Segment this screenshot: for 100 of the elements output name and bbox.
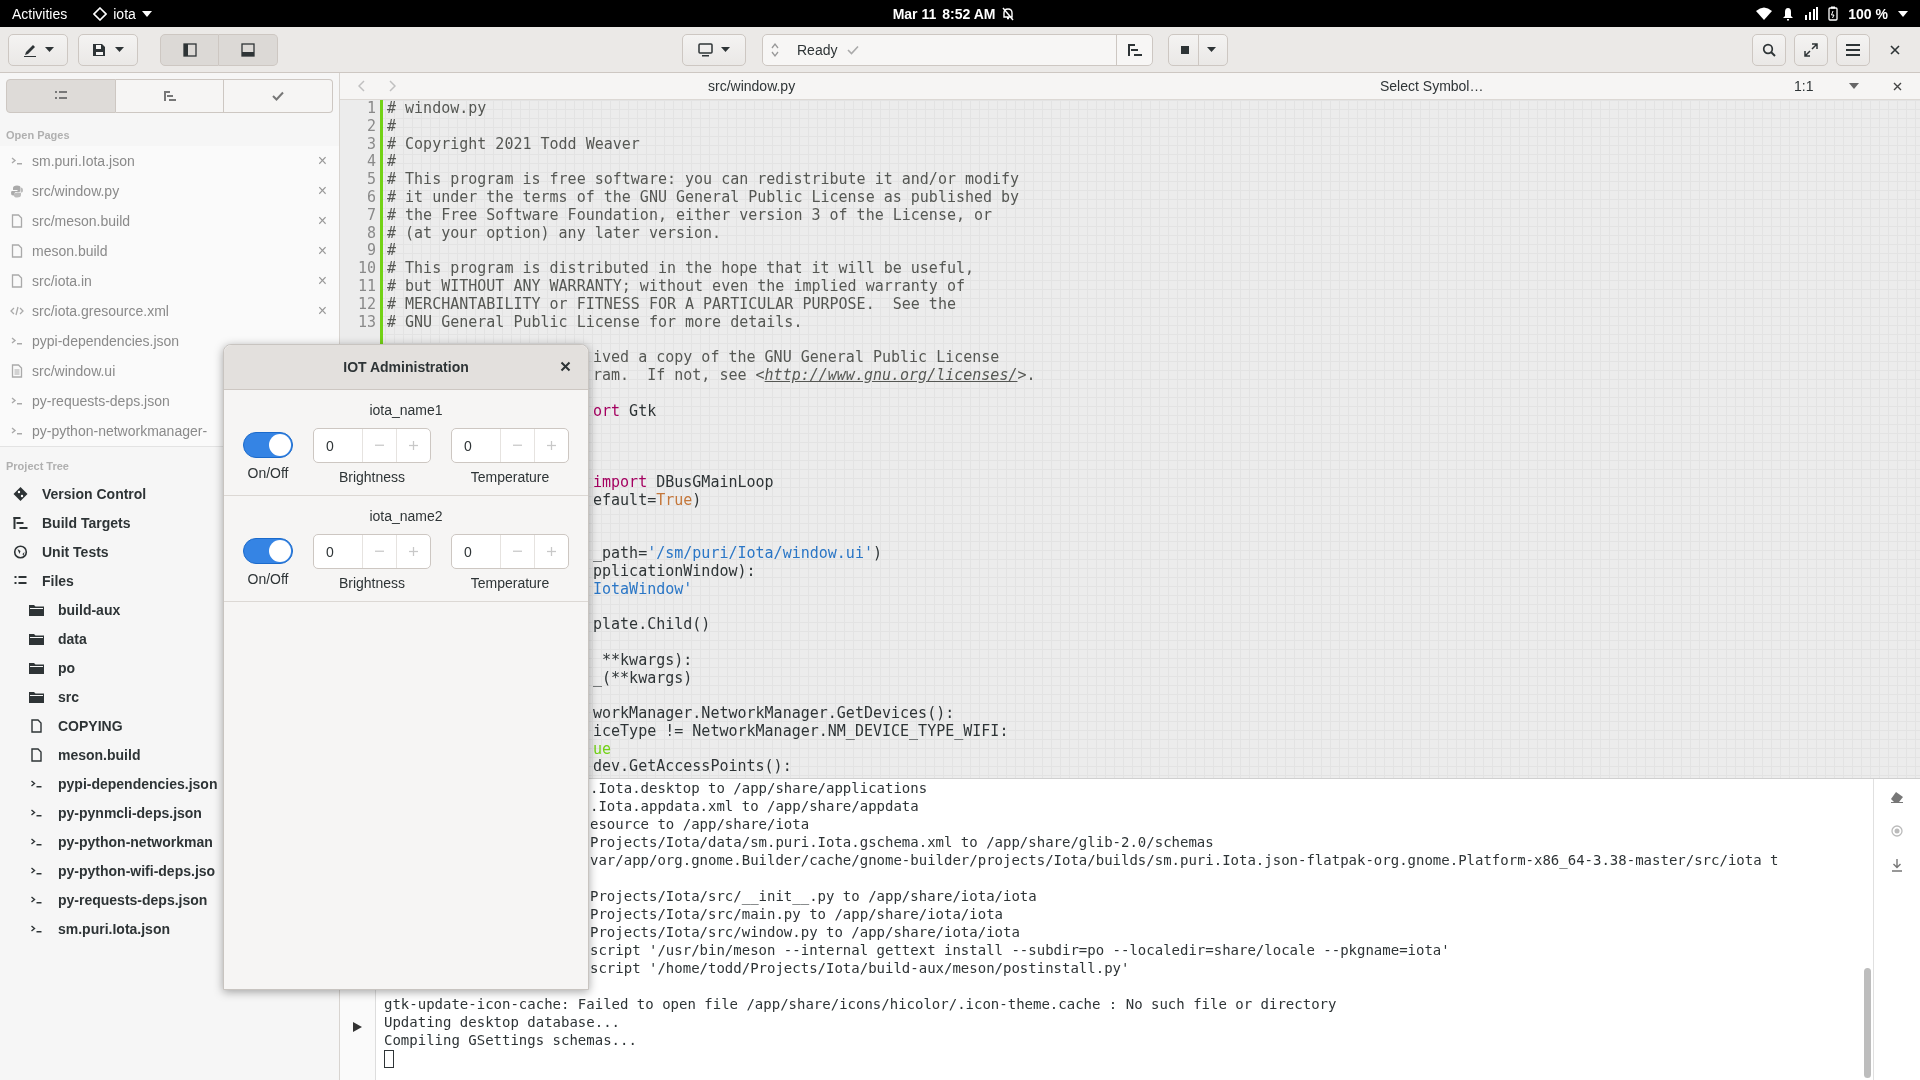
symbol-selector[interactable]: Select Symbol…	[1380, 78, 1490, 94]
project-tree-item[interactable]: pypi-dependencies.json	[58, 775, 218, 792]
system-menu[interactable]: 100 %	[1756, 5, 1908, 22]
project-tree-item[interactable]: Files	[42, 572, 74, 589]
line-number: 3	[366, 134, 376, 153]
project-tree-item[interactable]: COPYING	[58, 717, 123, 734]
activities-button[interactable]: Activities	[12, 5, 68, 22]
code-line: # it under the terms of the GNU General Public License as published by	[387, 188, 1020, 206]
terminal-line: .Iota.desktop to /app/share/applications	[590, 780, 928, 796]
terminal-icon	[29, 778, 44, 789]
spinner-label: Temperature	[470, 469, 550, 485]
record-icon[interactable]	[1891, 825, 1903, 837]
spinner-label: Temperature	[470, 575, 550, 591]
diamond-icon	[13, 486, 28, 501]
caret-icon	[1898, 10, 1908, 17]
on-off-switch[interactable]	[243, 432, 293, 458]
project-tree-item[interactable]: Unit Tests	[42, 543, 109, 560]
close-icon[interactable]	[1893, 81, 1902, 91]
section-title: Open Pages	[6, 129, 70, 141]
code-line: #	[387, 152, 397, 171]
scrollbar-thumb[interactable]	[1864, 968, 1871, 1078]
project-tree-item[interactable]: meson.build	[58, 746, 141, 763]
line-number: 6	[366, 188, 376, 206]
switch-label: On/Off	[247, 571, 289, 587]
file-icon	[10, 244, 24, 258]
project-tree-item[interactable]: py-python-wifi-deps.jso	[58, 862, 216, 879]
terminal-icon	[29, 923, 44, 934]
line-number: 13	[357, 312, 376, 331]
list-icon	[54, 91, 67, 101]
project-tree-item[interactable]: py-requests-deps.json	[58, 891, 208, 908]
code-line: pplicationWindow):	[593, 561, 756, 580]
folder-icon	[29, 690, 44, 703]
globe-icon	[13, 544, 28, 559]
terminal-line: Projects/Iota/src/__init__.py to /app/share/iota/iota	[590, 888, 1037, 904]
bell-off-icon	[1001, 6, 1016, 21]
line-number: 12	[357, 294, 376, 313]
project-tree-item[interactable]: build-aux	[58, 601, 121, 618]
code-line: # (at your option) any later version.	[387, 223, 722, 242]
terminal-icon	[29, 836, 44, 847]
project-tree-item[interactable]: py-python-networkman	[58, 833, 213, 850]
terminal-line: Projects/Iota/src/main.py to /app/share/iota/iota	[590, 906, 1003, 922]
search-icon	[1762, 42, 1776, 57]
close-icon[interactable]	[560, 361, 571, 372]
cursor-position[interactable]: 1:1	[1794, 78, 1812, 94]
line-number: 9	[366, 241, 376, 260]
terminal-icon	[10, 156, 24, 166]
code-line: # This program is distributed in the hope that it will be useful,	[387, 259, 974, 278]
save-icon	[92, 42, 107, 57]
line-number: 10	[357, 259, 376, 278]
project-tree-item[interactable]: Build Targets	[42, 514, 131, 531]
project-tree-item[interactable]: src	[58, 688, 80, 705]
caret-icon[interactable]	[1849, 83, 1859, 89]
pencil-menu-button[interactable]	[8, 33, 68, 66]
app-menu[interactable]: iota	[93, 5, 152, 22]
folder-icon	[29, 632, 44, 645]
check-icon	[272, 91, 285, 101]
code-line: # GNU General Public License for more details.	[387, 312, 803, 331]
file-icon	[10, 274, 24, 288]
on-off-switch[interactable]	[243, 538, 293, 564]
stop-menu-button[interactable]	[1168, 33, 1228, 66]
terminal-line: script '/home/todd/Projects/Iota/build-aux/meson/postinstall.py'	[590, 960, 1130, 976]
code-line: # window.py	[387, 100, 487, 117]
download-icon[interactable]	[1891, 859, 1903, 872]
code-line: ram. If not, see <http://www.gnu.org/licenses/>.	[593, 365, 1036, 384]
terminal-icon	[10, 336, 24, 346]
save-menu-button[interactable]	[78, 33, 138, 66]
left-panel-icon	[182, 42, 197, 57]
code-line: # but WITHOUT ANY WARRANTY; without even the implied warranty of	[387, 276, 965, 295]
build-targets-icon	[1127, 43, 1142, 56]
monitor-icon	[698, 42, 713, 57]
panel-toggle[interactable]	[160, 33, 219, 66]
pencil-icon	[22, 42, 37, 57]
code-line: # the Free Software Foundation, either version 3 of the License, or	[387, 205, 993, 224]
terminal-line: Updating desktop database...	[384, 1014, 620, 1030]
switch-label: On/Off	[247, 465, 289, 481]
terminal-icon	[10, 426, 24, 436]
check-icon	[847, 44, 860, 55]
panel-toggle[interactable]	[219, 33, 278, 66]
project-tree-item[interactable]: po	[58, 659, 76, 676]
project-tree-item[interactable]: Version Control	[42, 485, 147, 502]
project-tree-item[interactable]: data	[58, 630, 87, 647]
code-line: import DBusGMainLoop	[593, 472, 774, 491]
play-icon[interactable]	[353, 1022, 362, 1032]
clock[interactable]: Mar 11 8:52 AM	[892, 5, 1016, 22]
search-button[interactable]	[1752, 33, 1786, 66]
stop-icon	[1180, 44, 1190, 55]
device-menu-button[interactable]	[682, 33, 746, 66]
signal-icon	[1804, 6, 1819, 21]
up-down-icon[interactable]	[771, 41, 779, 58]
build-status: Ready	[797, 41, 838, 58]
menu-button[interactable]	[1836, 33, 1870, 66]
terminal-line: Projects/Iota/data/sm.puri.Iota.gschema.xml to /app/share/glib-2.0/schemas	[590, 834, 1214, 850]
eraser-icon[interactable]	[1890, 791, 1904, 803]
fullscreen-button[interactable]	[1794, 33, 1828, 66]
project-tree-item[interactable]: sm.puri.Iota.json	[58, 920, 170, 937]
bell-icon	[1782, 6, 1795, 21]
terminal-line: Projects/Iota/src/window.py to /app/share/iota/iota	[590, 924, 1020, 940]
project-tree-item[interactable]: py-pynmcli-deps.json	[58, 804, 202, 821]
caret-icon	[115, 47, 124, 52]
device-name: iota_name1	[368, 402, 444, 418]
